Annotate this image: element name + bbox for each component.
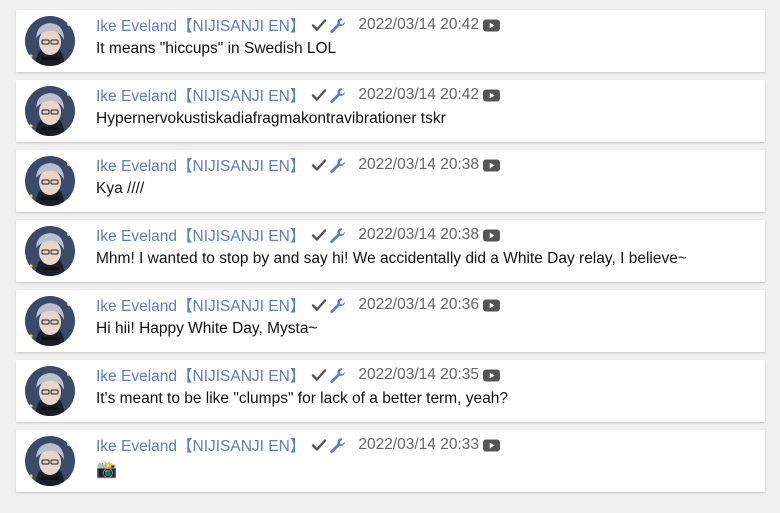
message-header: Ike Eveland【NIJISANJI EN】 2022/03/14 20:… [96,434,500,456]
author-name[interactable]: Ike Eveland【NIJISANJI EN】 [96,224,305,246]
timestamp: 2022/03/14 20:42 [358,86,479,103]
message-card: Ike Eveland【NIJISANJI EN】 2022/03/14 20:… [16,290,765,352]
checkmark-icon [311,157,327,173]
message-card: Ike Eveland【NIJISANJI EN】 2022/03/14 20:… [16,430,765,492]
chat-message-list: Ike Eveland【NIJISANJI EN】 2022/03/14 20:… [0,0,780,513]
message-header: Ike Eveland【NIJISANJI EN】 2022/03/14 20:… [96,154,500,176]
avatar[interactable] [25,226,75,276]
message-card: Ike Eveland【NIJISANJI EN】 2022/03/14 20:… [16,80,765,142]
wrench-icon [329,17,346,34]
message-header: Ike Eveland【NIJISANJI EN】 2022/03/14 20:… [96,224,500,246]
author-badges [311,17,346,34]
author-name[interactable]: Ike Eveland【NIJISANJI EN】 [96,14,305,36]
message-text: Hypernervokustiskadiafragmakontravibrati… [96,110,446,127]
timestamp: 2022/03/14 20:38 [358,156,479,173]
wrench-icon [329,297,346,314]
author-badges [311,87,346,104]
wrench-icon [329,367,346,384]
avatar[interactable] [25,296,75,346]
checkmark-icon [311,227,327,243]
message-card: Ike Eveland【NIJISANJI EN】 2022/03/14 20:… [16,150,765,212]
message-text: It means "hiccups" in Swedish LOL [96,40,337,57]
author-name[interactable]: Ike Eveland【NIJISANJI EN】 [96,84,305,106]
message-card: Ike Eveland【NIJISANJI EN】 2022/03/14 20:… [16,10,765,72]
youtube-icon[interactable] [483,19,500,32]
message-text: Hi hii! Happy White Day, Mysta~ [96,320,318,337]
avatar[interactable] [25,156,75,206]
youtube-icon[interactable] [483,229,500,242]
avatar[interactable] [25,366,75,416]
message-text: Mhm! I wanted to stop by and say hi! We … [96,250,687,267]
message-text: Kya //// [96,180,145,197]
author-badges [311,367,346,384]
message-header: Ike Eveland【NIJISANJI EN】 2022/03/14 20:… [96,14,500,36]
message-header: Ike Eveland【NIJISANJI EN】 2022/03/14 20:… [96,84,500,106]
author-badges [311,297,346,314]
wrench-icon [329,87,346,104]
timestamp: 2022/03/14 20:42 [358,16,479,33]
wrench-icon [329,437,346,454]
checkmark-icon [311,17,327,33]
timestamp: 2022/03/14 20:35 [358,366,479,383]
youtube-icon[interactable] [483,369,500,382]
checkmark-icon [311,367,327,383]
youtube-icon[interactable] [483,89,500,102]
youtube-icon[interactable] [483,439,500,452]
wrench-icon [329,227,346,244]
message-text: 📸 [96,460,118,479]
youtube-icon[interactable] [483,299,500,312]
author-name[interactable]: Ike Eveland【NIJISANJI EN】 [96,294,305,316]
author-badges [311,157,346,174]
message-text: It's meant to be like "clumps" for lack … [96,390,508,407]
author-name[interactable]: Ike Eveland【NIJISANJI EN】 [96,154,305,176]
timestamp: 2022/03/14 20:36 [358,296,479,313]
avatar[interactable] [25,86,75,136]
avatar[interactable] [25,16,75,66]
message-header: Ike Eveland【NIJISANJI EN】 2022/03/14 20:… [96,294,500,316]
wrench-icon [329,157,346,174]
avatar[interactable] [25,436,75,486]
checkmark-icon [311,297,327,313]
message-header: Ike Eveland【NIJISANJI EN】 2022/03/14 20:… [96,364,500,386]
author-badges [311,437,346,454]
timestamp: 2022/03/14 20:33 [358,436,479,453]
author-name[interactable]: Ike Eveland【NIJISANJI EN】 [96,434,305,456]
checkmark-icon [311,87,327,103]
youtube-icon[interactable] [483,159,500,172]
message-card: Ike Eveland【NIJISANJI EN】 2022/03/14 20:… [16,360,765,422]
message-card: Ike Eveland【NIJISANJI EN】 2022/03/14 20:… [16,220,765,282]
checkmark-icon [311,437,327,453]
timestamp: 2022/03/14 20:38 [358,226,479,243]
author-name[interactable]: Ike Eveland【NIJISANJI EN】 [96,364,305,386]
author-badges [311,227,346,244]
